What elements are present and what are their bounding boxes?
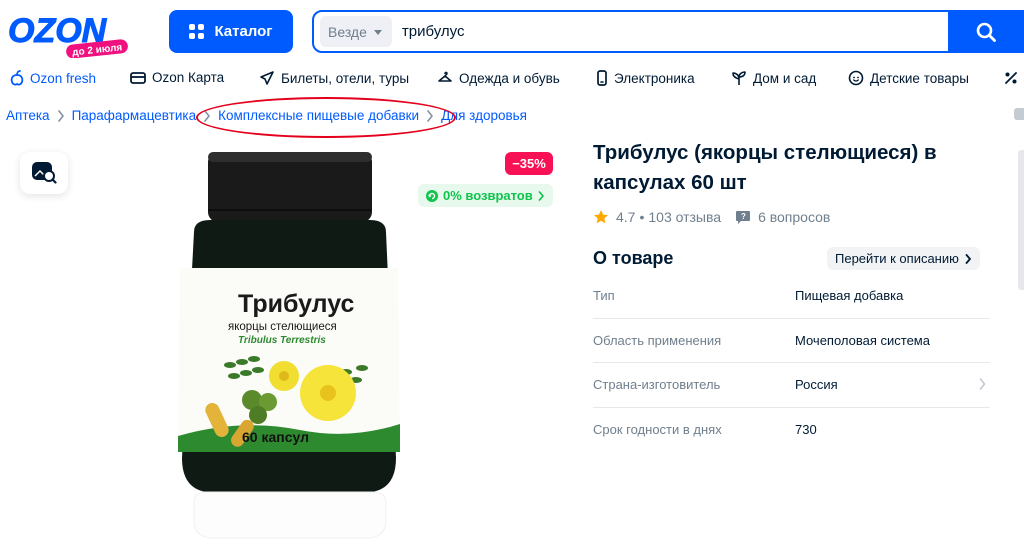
search-scope-label: Везде — [328, 23, 367, 40]
nav-label: Детские товары — [870, 70, 969, 86]
catalog-label: Каталог — [214, 23, 273, 40]
spec-label: Тип — [593, 288, 615, 304]
search-icon — [976, 22, 996, 42]
rating-row: 4.7 • 103 отзыва ? 6 вопросов — [593, 209, 830, 225]
card-icon — [130, 71, 146, 84]
spec-label: Область применения — [593, 332, 722, 348]
reviews-link[interactable]: 103 отзыва — [648, 209, 721, 225]
questions-icon: ? — [736, 210, 751, 224]
about-title: О товаре — [593, 248, 674, 268]
image-search-button[interactable] — [20, 152, 68, 194]
search-bar: Везде — [312, 10, 1024, 53]
nav-item-ozon-card[interactable]: Ozon Карта — [130, 70, 224, 85]
phone-icon — [597, 70, 607, 86]
nav-label: Ozon Карта — [152, 70, 225, 85]
label-sub: якорцы стелющиеся — [228, 321, 337, 333]
spec-row[interactable]: Страна-изготовитель Россия — [593, 363, 990, 408]
fresh-icon — [10, 70, 24, 86]
spec-value: Россия — [795, 377, 838, 393]
spec-row: Тип Пищевая добавка — [593, 274, 990, 319]
nav-item-electronics[interactable]: Электроника — [596, 70, 695, 86]
chevron-right-icon — [965, 253, 971, 264]
nav-item-home-garden[interactable]: Дом и сад — [731, 70, 816, 86]
nav-item-sale[interactable] — [1003, 70, 1019, 86]
spec-label: Срок годности в днях — [593, 422, 722, 438]
chevron-right-icon — [196, 109, 218, 122]
label-count: 60 капсул — [242, 429, 309, 445]
baby-icon — [848, 70, 864, 86]
svg-text:?: ? — [741, 212, 746, 221]
nav-label: Одежда и обувь — [459, 70, 560, 86]
grid-icon — [189, 24, 205, 39]
chevron-right-icon — [419, 109, 441, 122]
chevron-right-icon — [50, 109, 72, 122]
star-icon — [594, 210, 608, 224]
chevron-right-icon — [979, 378, 986, 390]
questions-link[interactable]: 6 вопросов — [758, 209, 830, 225]
category-nav: Ozon fresh Ozon Карта Билеты, отели, тур… — [0, 70, 1024, 92]
nav-label: Билеты, отели, туры — [281, 70, 410, 86]
image-search-icon — [32, 162, 57, 184]
nav-label: Электроника — [614, 70, 695, 86]
chevron-down-icon — [373, 30, 382, 35]
breadcrumb-item[interactable]: Комплексные пищевые добавки — [218, 108, 419, 123]
returns-icon — [426, 189, 438, 202]
nav-label: Ozon fresh — [30, 70, 97, 86]
percent-icon — [1005, 72, 1017, 84]
search-scope-dropdown[interactable]: Везде — [320, 16, 392, 47]
spec-value: Мочеполовая система — [795, 332, 930, 348]
nav-label: Дом и сад — [753, 70, 817, 86]
side-panel-icon[interactable] — [1014, 108, 1024, 120]
plant-icon — [732, 71, 746, 85]
plane-icon — [260, 71, 274, 85]
search-button[interactable] — [948, 10, 1024, 53]
rating-separator: • — [639, 209, 645, 225]
nav-item-ozon-fresh[interactable]: Ozon fresh — [10, 70, 96, 86]
spec-row: Область применения Мочеполовая система — [593, 319, 990, 363]
returns-badge[interactable]: 0% возвратов — [418, 184, 553, 207]
goto-description-label: Перейти к описанию — [835, 251, 959, 266]
nav-item-clothes[interactable]: Одежда и обувь — [437, 70, 560, 86]
nav-item-tickets[interactable]: Билеты, отели, туры — [259, 70, 409, 86]
chevron-right-icon — [538, 190, 544, 201]
breadcrumb-item[interactable]: Для здоровья — [441, 108, 527, 123]
label-name: Трибулус — [238, 290, 354, 318]
product-image[interactable]: Трибулус якорцы стелющиеся Tribulus Terr… — [150, 140, 420, 552]
spec-row: Срок годности в днях 730 — [593, 408, 990, 453]
spec-label: Страна-изготовитель — [593, 377, 721, 393]
spec-value: 730 — [795, 422, 817, 438]
clothes-icon — [438, 71, 452, 82]
discount-badge: −35% — [505, 152, 553, 175]
goto-description-button[interactable]: Перейти к описанию — [827, 247, 980, 270]
returns-label: 0% возвратов — [443, 188, 533, 203]
product-title: Трибулус (якорцы стелющиеся) в капсулах … — [593, 141, 937, 194]
catalog-button[interactable]: Каталог — [169, 10, 293, 53]
ozon-logo[interactable]: OZON до 2 июля — [6, 8, 130, 58]
breadcrumb-item[interactable]: Парафармацевтика — [72, 108, 197, 123]
search-input[interactable] — [401, 23, 978, 40]
specs-list: Тип Пищевая добавка Область применения М… — [593, 274, 990, 452]
scrollbar[interactable] — [1018, 150, 1024, 290]
nav-item-kids[interactable]: Детские товары — [848, 70, 969, 86]
supplement-jar-image: Трибулус якорцы стелющиеся Tribulus Terr… — [178, 152, 400, 539]
spec-value: Пищевая добавка — [795, 288, 904, 304]
label-latin: Tribulus Terrestris — [238, 335, 326, 346]
breadcrumb-item[interactable]: Аптека — [6, 108, 50, 123]
breadcrumb: Аптека Парафармацевтика Комплексные пище… — [6, 108, 527, 123]
rating-value[interactable]: 4.7 — [616, 209, 635, 225]
